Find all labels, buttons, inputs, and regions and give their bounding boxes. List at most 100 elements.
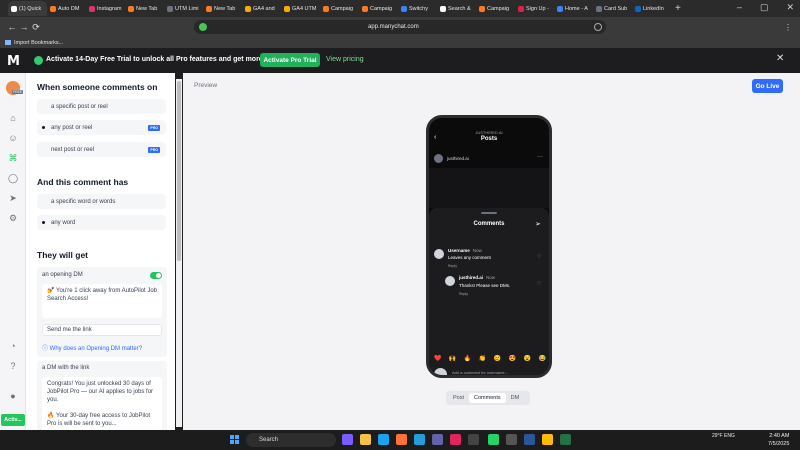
browser-tab[interactable]: Home - A: [554, 1, 593, 16]
option-specific-word[interactable]: a specific word or words: [37, 194, 166, 209]
cast-icon[interactable]: [594, 23, 602, 31]
share-icon: ➢: [535, 221, 541, 228]
tab-label: Sign Up -: [526, 5, 549, 12]
tab-list: (1) Quick Auto DM Instagram New Tab UTM Limi…: [8, 1, 671, 16]
browser-tab[interactable]: Campaig: [476, 1, 515, 16]
posts-title: Posts: [480, 136, 498, 142]
new-tab-button[interactable]: +: [675, 3, 681, 14]
tab-label: GA4 and: [253, 5, 275, 12]
firefox-icon[interactable]: [396, 434, 407, 445]
close-window-icon[interactable]: ✕: [786, 2, 794, 13]
close-banner-icon[interactable]: ✕: [776, 53, 784, 64]
tab-label: Instagram: [97, 5, 122, 12]
app-icon[interactable]: [468, 434, 479, 445]
preview-tab-comments[interactable]: Comments: [469, 393, 506, 403]
tab-favicon-icon: [362, 5, 368, 12]
word-icon[interactable]: [524, 434, 535, 445]
taskbar-search[interactable]: Search: [246, 433, 336, 447]
settings-icon[interactable]: ⚙: [8, 213, 18, 223]
browser-tab[interactable]: LinkedIn: [632, 1, 671, 16]
option-specific-post[interactable]: a specific post or reel: [37, 99, 166, 114]
chat-icon[interactable]: ◯: [8, 173, 18, 183]
browser-tab[interactable]: Switchy: [398, 1, 437, 16]
browser-tab[interactable]: Auto DM: [47, 1, 86, 16]
section-title-comment: And this comment has: [37, 177, 129, 187]
whatsapp-icon[interactable]: [488, 434, 499, 445]
minimize-icon[interactable]: –: [737, 2, 742, 13]
browser-tab[interactable]: (1) Quick: [8, 1, 47, 16]
file-explorer-icon[interactable]: [360, 434, 371, 445]
opera-icon[interactable]: [450, 434, 461, 445]
trial-icon: [34, 56, 43, 65]
browser-tab[interactable]: New Tab: [203, 1, 242, 16]
tab-label: New Tab: [214, 5, 236, 12]
link-dm-message[interactable]: Congrats! You just unlocked 30 days of J…: [42, 377, 162, 430]
tab-label: Search &: [448, 5, 471, 12]
browser-tab[interactable]: Search &: [437, 1, 476, 16]
tab-label: UTM Limi: [175, 5, 199, 12]
browser-tab[interactable]: GA4 UTM: [281, 1, 320, 16]
url-input[interactable]: app.manychat.com: [194, 20, 606, 34]
profile-icon[interactable]: ◔: [8, 341, 18, 351]
automation-icon[interactable]: ⌘: [8, 153, 18, 163]
app-icon[interactable]: [506, 434, 517, 445]
browser-menu-icon[interactable]: ⋮: [784, 23, 792, 32]
panel-scrollbar[interactable]: [176, 79, 182, 427]
opening-dm-message[interactable]: 💅 You're 1 click away from AutoPilot Job…: [42, 284, 162, 318]
link-dm-title: a DM with the link: [42, 365, 90, 371]
system-tray[interactable]: 29°F ENG: [712, 433, 735, 439]
back-icon[interactable]: ←: [6, 22, 18, 32]
telegram-icon[interactable]: [414, 434, 425, 445]
browser-tab[interactable]: Instagram: [86, 1, 125, 16]
browser-tab[interactable]: UTM Limi: [164, 1, 203, 16]
view-pricing-link[interactable]: View pricing: [326, 56, 364, 63]
preview-tab-switcher: Post Comments DM: [446, 391, 530, 405]
contacts-icon[interactable]: ☺: [8, 133, 18, 143]
opening-dm-card: an opening DM 💅 You're 1 click away from…: [37, 267, 167, 357]
tab-label: GA4 UTM: [292, 5, 317, 12]
maximize-icon[interactable]: ▢: [760, 2, 769, 13]
browser-tab[interactable]: Sign Up -: [515, 1, 554, 16]
teams-icon[interactable]: [432, 434, 443, 445]
windows-start-icon[interactable]: [230, 435, 240, 445]
preview-label: Preview: [194, 82, 218, 89]
opening-dm-toggle[interactable]: [150, 272, 162, 279]
option-any-post[interactable]: any post or reel PRO: [37, 120, 166, 135]
help-icon[interactable]: ?: [8, 361, 18, 371]
selected-radio-icon: [42, 126, 45, 129]
browser-tab[interactable]: Campaig: [359, 1, 398, 16]
browser-tab[interactable]: New Tab: [125, 1, 164, 16]
phone-mockup: ‹ JUSTHIRED.AI Posts justhired.ai ··· Co…: [426, 115, 552, 378]
activate-badge[interactable]: Activ...: [1, 414, 25, 426]
preview-tab-dm[interactable]: DM: [506, 393, 525, 403]
activate-pro-trial-button[interactable]: Activate Pro Trial: [260, 53, 320, 67]
reload-icon[interactable]: ⟳: [30, 22, 42, 33]
broadcast-icon[interactable]: ➤: [8, 193, 18, 203]
excel-icon[interactable]: [560, 434, 571, 445]
send-link-button-field[interactable]: Send me the link: [42, 324, 162, 336]
go-live-button[interactable]: Go Live: [752, 79, 783, 93]
option-any-word[interactable]: any word: [37, 215, 166, 230]
browser-tab[interactable]: Campaig: [320, 1, 359, 16]
preview-tab-post[interactable]: Post: [448, 393, 469, 403]
tab-favicon-icon: [128, 5, 134, 12]
opening-dm-help-link[interactable]: ⓘ Why does an Opening DM matter?: [42, 343, 142, 352]
browser-tab[interactable]: GA4 and: [242, 1, 281, 16]
tab-favicon-icon: [440, 5, 446, 12]
copilot-icon[interactable]: [342, 434, 353, 445]
home-icon[interactable]: ⌂: [8, 113, 18, 123]
forward-icon[interactable]: →: [18, 22, 30, 32]
manychat-logo[interactable]: M: [7, 54, 20, 69]
tab-favicon-icon: [557, 5, 563, 12]
emoji-reaction: 😮: [523, 356, 532, 362]
edge-icon[interactable]: [378, 434, 389, 445]
browser-tab[interactable]: Card Sub: [593, 1, 632, 16]
chrome-icon[interactable]: [542, 434, 553, 445]
site-info-icon[interactable]: [199, 23, 207, 31]
taskbar-clock[interactable]: 2:40 AM 7/5/2025: [768, 432, 789, 448]
tab-favicon-icon: [89, 5, 95, 12]
emoji-reaction: ❤️: [434, 356, 442, 362]
import-bookmarks-link[interactable]: Import Bookmarks...: [14, 40, 63, 46]
opening-dm-title: an opening DM: [42, 272, 83, 278]
option-next-post[interactable]: next post or reel PRO: [37, 142, 166, 157]
